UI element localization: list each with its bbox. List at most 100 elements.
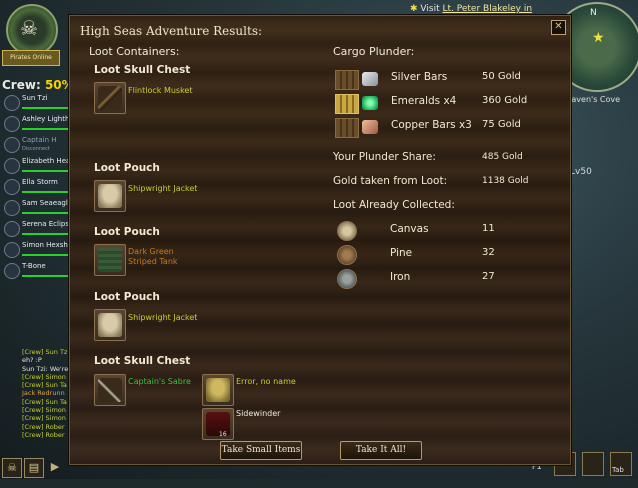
crew-member-name: Sam Seaeagle <box>22 199 73 207</box>
loot-item-name[interactable]: Captain's Sabre <box>128 377 191 386</box>
chat-line: Jack Redrunn <box>22 389 65 398</box>
take-it-all-button[interactable]: Take It All! <box>340 441 422 460</box>
crew-member-icon <box>4 137 20 153</box>
chat-log: [Crew] Sun Tz eh? :P Sun Tzi: We're [Cre… <box>22 348 72 439</box>
crew-health-bar <box>22 254 74 256</box>
crew-member-icon <box>4 158 20 174</box>
loot-item-slot[interactable] <box>94 82 126 114</box>
crew-member-name: Captain H <box>22 136 57 144</box>
close-button[interactable]: ✕ <box>551 20 566 35</box>
container-name: Loot Skull Chest <box>94 64 191 76</box>
crate-icon <box>335 118 359 138</box>
loot-item-slot[interactable] <box>94 374 126 406</box>
loot-item-slot[interactable] <box>94 309 126 341</box>
chat-line: Sun Tzi: We're <box>22 364 69 373</box>
skull-icon: ☠ <box>20 16 38 40</box>
guild-emblem[interactable]: ☠ Pirates Online <box>2 4 60 66</box>
collected-item-value: 11 <box>482 223 495 234</box>
location-name: Raven's Cove <box>566 95 621 104</box>
loot-item-name-line1[interactable]: Dark Green <box>128 247 174 256</box>
loot-item-slot[interactable] <box>94 180 126 212</box>
canvas-icon <box>337 221 357 241</box>
cargo-item-value: 75 Gold <box>482 119 521 130</box>
chat-line: [Crew] Rober <box>22 422 65 431</box>
cargo-plunder-heading: Cargo Plunder: <box>333 45 415 58</box>
crew-header: Crew: 50% <box>2 78 74 92</box>
cargo-item-name: Silver Bars <box>391 71 448 83</box>
crew-member[interactable]: Ella Storm <box>4 176 74 196</box>
copper-bars-icon <box>362 120 378 134</box>
loot-item-slot[interactable] <box>202 374 234 406</box>
weapon-slot-icon[interactable] <box>582 452 604 476</box>
loot-item-slot[interactable] <box>94 244 126 276</box>
crew-health-bar <box>22 233 74 235</box>
cargo-item-value: 360 Gold <box>482 95 528 106</box>
crew-health-bar <box>22 275 74 277</box>
crew-member[interactable]: Ashley Lighthe <box>4 113 74 133</box>
crew-member-name: T-Bone <box>22 262 46 270</box>
already-collected-heading: Loot Already Collected: <box>333 199 455 211</box>
collected-item-value: 27 <box>482 271 495 282</box>
crew-health-bar <box>22 128 74 130</box>
loot-item-name[interactable]: Shipwright Jacket <box>128 313 197 322</box>
container-name: Loot Pouch <box>94 291 160 303</box>
chat-bubble-icon[interactable]: ▤ <box>24 458 44 478</box>
crew-member-name: Ashley Lighthe <box>22 115 74 123</box>
crew-member[interactable]: Elizabeth Hea <box>4 155 74 175</box>
tank-top-icon <box>98 248 122 272</box>
window-title: High Seas Adventure Results: <box>80 24 263 38</box>
f1-key-label: F1 <box>532 462 542 471</box>
crew-health-bar <box>22 212 74 214</box>
crew-member-name: Sun Tzi <box>22 94 48 102</box>
skull-menu-icon[interactable]: ☠ <box>2 458 22 478</box>
loot-item-name-line2[interactable]: Striped Tank <box>128 257 178 266</box>
plunder-share-label: Your Plunder Share: <box>333 151 436 163</box>
crew-member[interactable]: T-Bone <box>4 260 74 280</box>
crew-member[interactable]: Simon Hexsh <box>4 239 74 259</box>
silver-bars-icon <box>362 72 378 86</box>
visit-target: Lt. Peter Blakeley in <box>442 4 533 14</box>
crew-member-icon <box>4 200 20 216</box>
loot-item-name[interactable]: Sidewinder <box>236 409 280 418</box>
crate-icon <box>335 70 359 90</box>
chat-send-arrow-icon[interactable]: ▶ <box>46 458 64 476</box>
player-marker-icon: ★ <box>592 30 605 46</box>
visit-notice[interactable]: ✱ Visit Lt. Peter Blakeley in <box>410 4 532 14</box>
take-small-items-button[interactable]: Take Small Items <box>220 441 302 460</box>
emerald-icon <box>362 96 378 110</box>
chat-line: [Crew] Sun Ta <box>22 381 67 390</box>
crew-member-icon <box>4 116 20 132</box>
visit-prefix: Visit <box>420 4 440 14</box>
loot-item-name[interactable]: Error, no name <box>236 377 296 386</box>
cargo-item-name: Emeralds x4 <box>391 95 457 107</box>
crew-member-icon <box>4 95 20 111</box>
chat-line: [Crew] Sun Tz <box>22 348 68 356</box>
jacket-icon <box>98 313 122 337</box>
chat-line: [Crew] Rober <box>22 430 65 439</box>
adventure-results-window: High Seas Adventure Results: ✕ Loot Cont… <box>69 15 571 465</box>
iron-icon <box>337 269 357 289</box>
loot-item-name[interactable]: Shipwright Jacket <box>128 184 197 193</box>
loot-item-name[interactable]: Flintlock Musket <box>128 86 193 95</box>
collected-item-name: Iron <box>390 271 411 283</box>
crew-member[interactable]: Sam Seaeagle <box>4 197 74 217</box>
crew-member-name: Elizabeth Hea <box>22 157 71 165</box>
gold-from-loot-label: Gold taken from Loot: <box>333 175 448 187</box>
crew-member-icon <box>4 179 20 195</box>
gold-crate-icon <box>335 94 359 114</box>
collected-item-name: Pine <box>390 247 413 259</box>
crew-health-bar <box>22 191 74 193</box>
chat-line: [Crew] Simon <box>22 414 66 423</box>
chat-line: [Crew] Sun Ta <box>22 397 67 406</box>
crew-member-icon <box>4 221 20 237</box>
cargo-item-name: Copper Bars x3 <box>391 119 472 131</box>
crew-member[interactable]: Sun Tzi <box>4 92 74 112</box>
musket-icon <box>98 86 122 110</box>
crew-member[interactable]: Serena Eclipse <box>4 218 74 238</box>
star-icon: ✱ <box>410 4 418 14</box>
crew-member[interactable]: Captain H Disconnect <box>4 134 70 154</box>
loot-item-slot[interactable]: 16 <box>202 408 234 440</box>
crew-list: Sun Tzi Ashley Lighthe Captain H Disconn… <box>4 92 74 281</box>
chat-line: [Crew] Simon <box>22 406 66 415</box>
collected-item-name: Canvas <box>390 223 429 235</box>
